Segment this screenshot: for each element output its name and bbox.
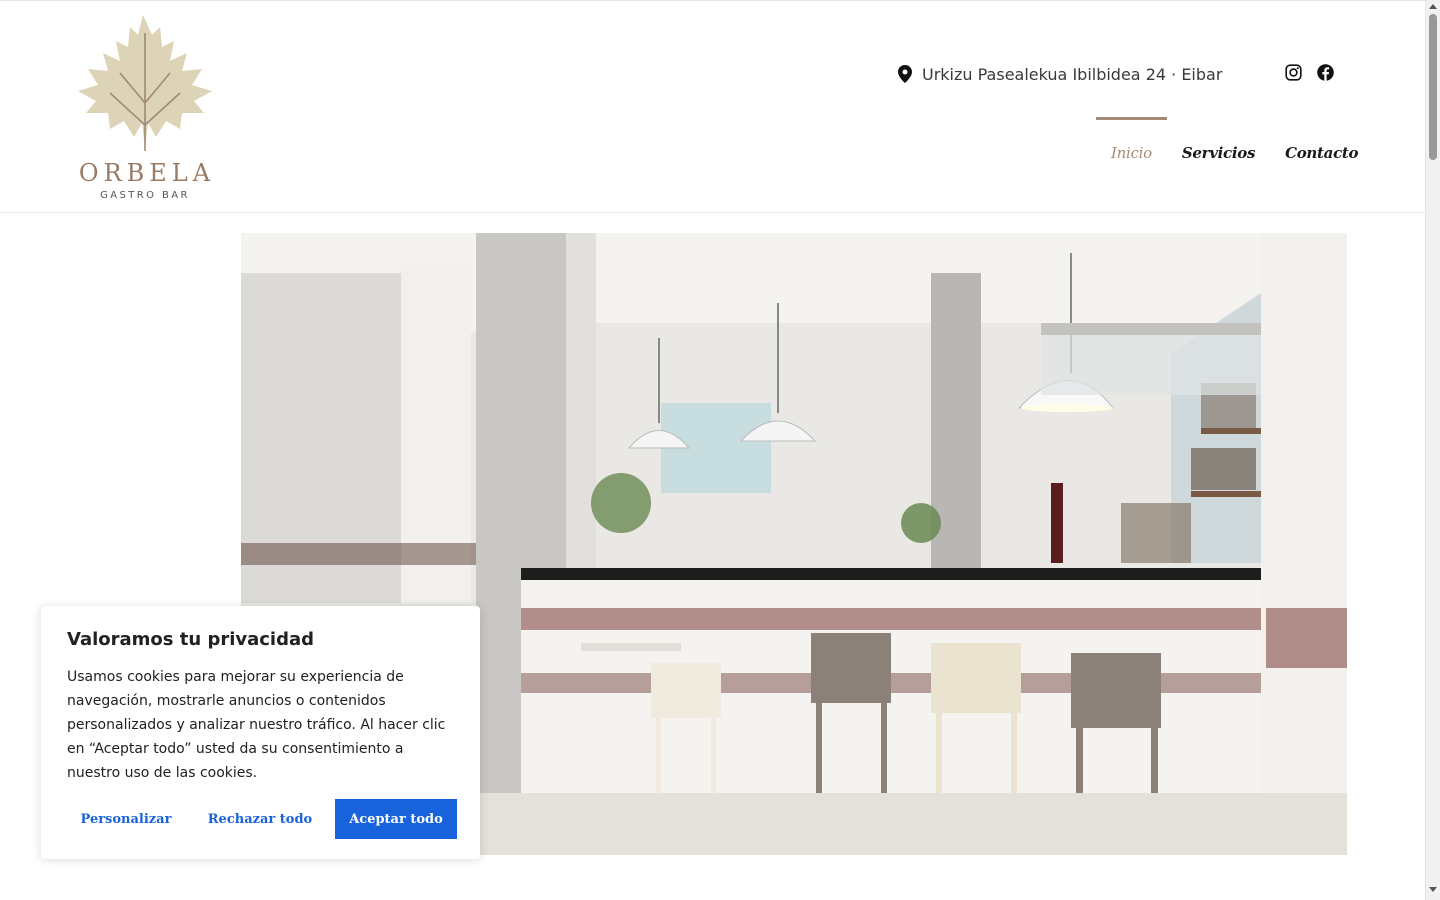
address: Urkizu Pasealekua Ibilbidea 24 · Eibar	[898, 62, 1222, 86]
cookie-title: Valoramos tu privacidad	[67, 629, 315, 650]
facebook-icon[interactable]	[1317, 64, 1334, 81]
maple-leaf-logo-icon	[78, 15, 212, 151]
social-links	[1285, 64, 1334, 81]
site-header: ORBELA GASTRO BAR Urkizu Pasealekua Ibil…	[0, 0, 1425, 213]
logo-subtitle: GASTRO BAR	[100, 190, 190, 201]
cookie-buttons: Personalizar Rechazar todo Aceptar todo	[67, 799, 457, 839]
nav-item-contacto[interactable]: Contacto	[1270, 117, 1358, 177]
cookie-text: Usamos cookies para mejorar su experienc…	[67, 669, 446, 781]
customize-button[interactable]: Personalizar	[67, 799, 185, 839]
accept-all-button[interactable]: Aceptar todo	[335, 799, 457, 839]
scrollbar-thumb[interactable]	[1429, 14, 1437, 160]
main-nav: Inicio Servicios Contacto	[1096, 117, 1359, 177]
reject-all-button[interactable]: Rechazar todo	[197, 799, 323, 839]
nav-item-servicios[interactable]: Servicios	[1167, 117, 1270, 177]
address-text: Urkizu Pasealekua Ibilbidea 24 · Eibar	[922, 64, 1223, 84]
site-logo[interactable]: ORBELA GASTRO BAR	[60, 13, 230, 203]
scroll-up-icon[interactable]	[1429, 4, 1437, 9]
instagram-icon[interactable]	[1285, 64, 1302, 81]
logo-name: ORBELA	[78, 159, 216, 187]
nav-item-inicio[interactable]: Inicio	[1096, 117, 1167, 177]
scroll-down-icon[interactable]	[1429, 887, 1437, 892]
map-pin-icon	[898, 65, 912, 83]
page-scrollbar[interactable]	[1425, 0, 1440, 900]
cookie-consent-banner: Valoramos tu privacidad Usamos cookies p…	[41, 606, 480, 859]
